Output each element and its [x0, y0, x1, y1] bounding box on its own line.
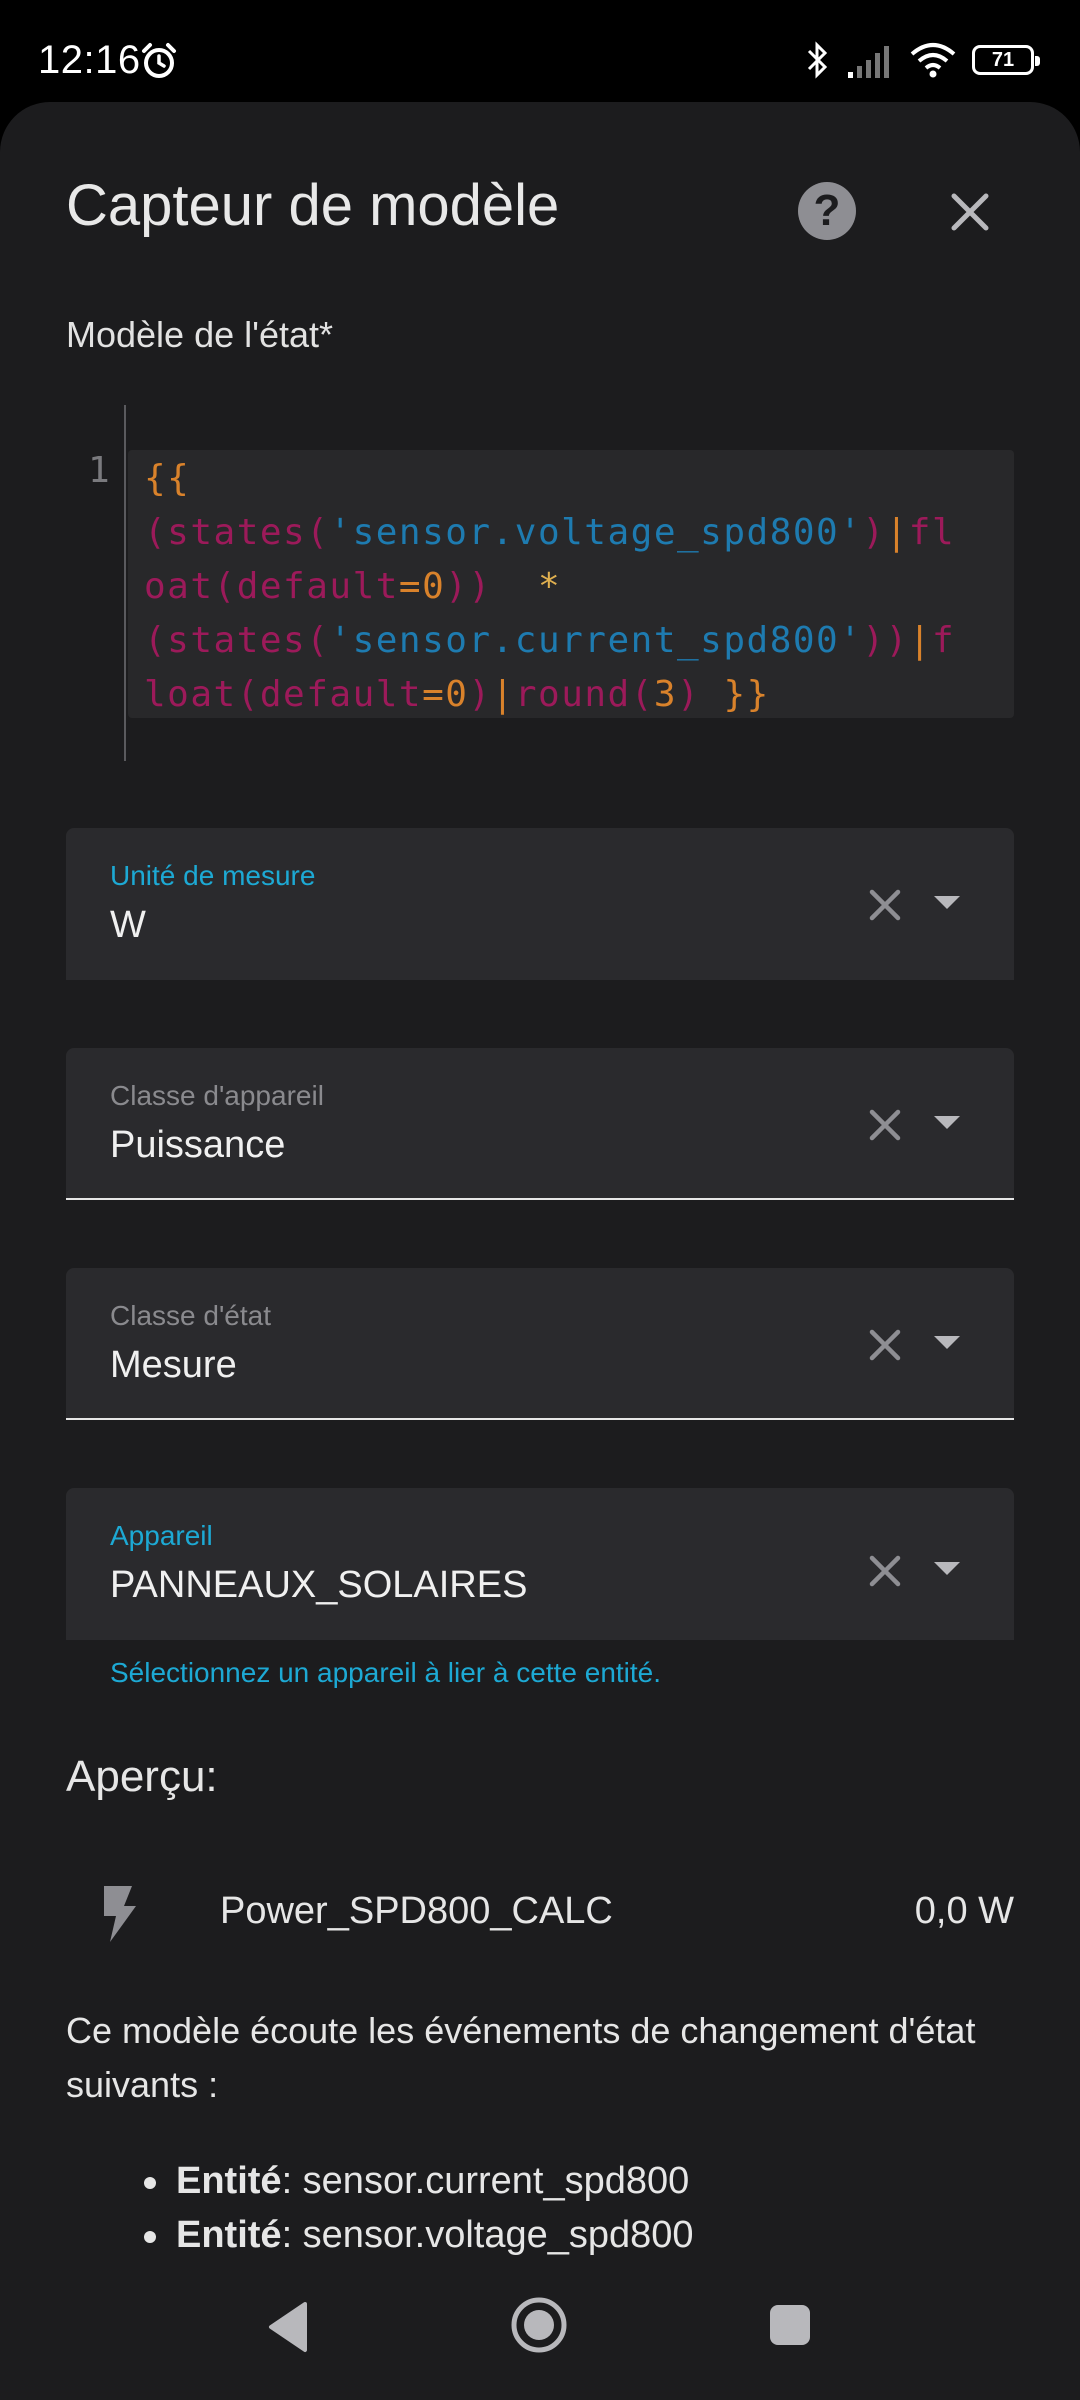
entity-prefix: Entité: [176, 2214, 282, 2256]
listener-entity-list: Entité: sensor.current_spd800 Entité: se…: [110, 2154, 694, 2262]
status-time: 12:16: [38, 38, 141, 82]
device-class-dropdown-caret-icon[interactable]: [934, 1116, 960, 1129]
state-class-field[interactable]: Classe d'état Mesure: [66, 1268, 1014, 1420]
help-button[interactable]: ?: [798, 182, 856, 240]
template-sensor-dialog: Capteur de modèle ? Modèle de l'état* 1 …: [0, 102, 1080, 2400]
device-label: Appareil: [110, 1520, 213, 1551]
preview-label: Aperçu:: [66, 1752, 218, 1801]
battery-level: 71: [991, 48, 1015, 71]
unit-value: W: [110, 904, 146, 946]
device-dropdown-caret-icon[interactable]: [934, 1562, 960, 1575]
entity-id: : sensor.voltage_spd800: [281, 2214, 694, 2256]
editor-gutter-line: [124, 405, 126, 761]
dialog-title: Capteur de modèle: [66, 173, 560, 238]
battery-indicator: 71: [972, 45, 1040, 75]
template-code[interactable]: {{ (states('sensor.voltage_spd800')|fl o…: [144, 452, 1004, 722]
device-value: PANNEAUX_SOLAIRES: [110, 1564, 528, 1606]
clear-device-icon[interactable]: [866, 1552, 904, 1590]
home-icon[interactable]: [510, 2296, 568, 2354]
flash-icon: [104, 1886, 136, 1942]
listener-description: Ce modèle écoute les événements de chang…: [66, 2010, 976, 2105]
device-class-value: Puissance: [110, 1124, 286, 1166]
bluetooth-icon: [807, 41, 828, 79]
unit-dropdown-caret-icon[interactable]: [934, 896, 960, 909]
state-class-label: Classe d'état: [110, 1300, 271, 1331]
list-item: Entité: sensor.voltage_spd800: [110, 2208, 694, 2262]
status-bar: 12:16 71: [0, 0, 1080, 110]
recent-apps-icon[interactable]: [770, 2305, 810, 2345]
device-class-field[interactable]: Classe d'appareil Puissance: [66, 1048, 1014, 1200]
template-code-editor[interactable]: {{ (states('sensor.voltage_spd800')|fl o…: [128, 450, 1014, 718]
clear-state-class-icon[interactable]: [866, 1326, 904, 1364]
close-icon[interactable]: [940, 182, 1000, 242]
unit-label: Unité de mesure: [110, 860, 316, 891]
device-class-label: Classe d'appareil: [110, 1080, 324, 1111]
preview-entity-value: 0,0 W: [914, 1890, 1014, 1932]
help-icon: ?: [813, 186, 841, 235]
unit-of-measurement-field[interactable]: Unité de mesure W: [66, 828, 1014, 980]
entity-prefix: Entité: [176, 2160, 282, 2202]
list-item: Entité: sensor.current_spd800: [110, 2154, 694, 2208]
back-icon[interactable]: [265, 2300, 309, 2354]
clear-device-class-icon[interactable]: [866, 1106, 904, 1144]
state-template-label: Modèle de l'état*: [66, 314, 334, 355]
navigation-bar: [0, 2270, 1080, 2400]
device-helper-text: Sélectionnez un appareil à lier à cette …: [110, 1657, 662, 1688]
clear-unit-icon[interactable]: [866, 886, 904, 924]
preview-entity-name: Power_SPD800_CALC: [220, 1890, 613, 1932]
wifi-icon: [910, 43, 956, 78]
alarm-icon: [142, 43, 176, 78]
entity-id: : sensor.current_spd800: [281, 2160, 690, 2202]
signal-icon: [848, 46, 889, 78]
editor-line-number: 1: [88, 450, 110, 491]
state-class-dropdown-caret-icon[interactable]: [934, 1336, 960, 1349]
device-field[interactable]: Appareil PANNEAUX_SOLAIRES: [66, 1488, 1014, 1640]
state-class-value: Mesure: [110, 1344, 237, 1386]
